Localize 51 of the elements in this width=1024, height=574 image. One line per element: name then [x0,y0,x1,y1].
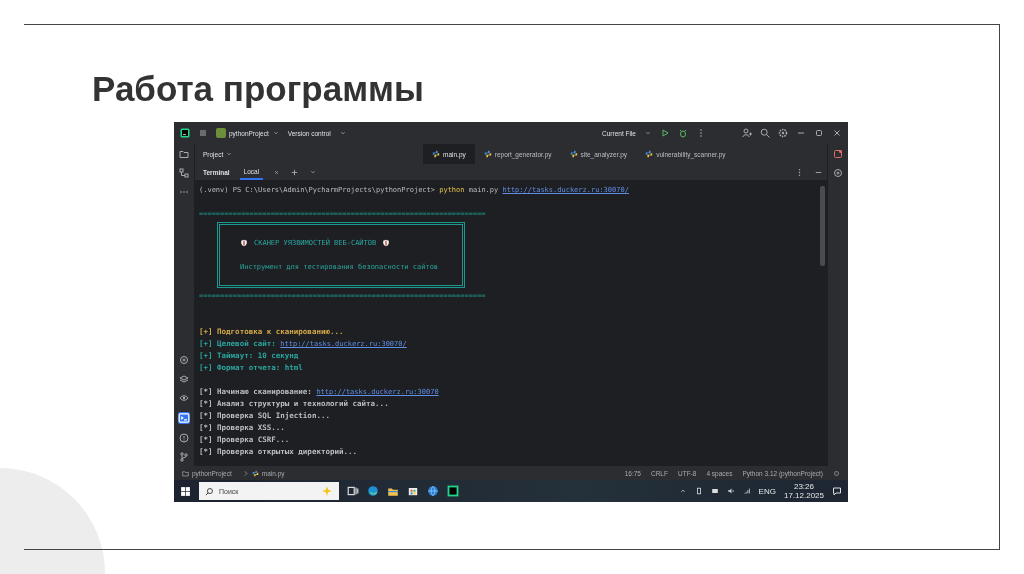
debug-icon[interactable] [678,128,688,138]
battery-icon[interactable] [694,487,703,495]
speaker-icon[interactable] [726,487,735,495]
git-branch-icon[interactable] [179,452,189,462]
scrollbar-thumb[interactable] [820,186,825,266]
caret-icon[interactable] [271,129,280,137]
caret-icon[interactable] [225,150,234,158]
task-view-icon[interactable] [347,485,359,497]
shield-icon [240,239,248,247]
project-badge-icon [216,128,226,138]
notifications-icon[interactable] [833,149,843,159]
run-icon[interactable] [660,128,670,138]
browser-icon[interactable] [367,485,379,497]
sparkle-icon [321,485,333,497]
settings-icon[interactable] [778,128,788,138]
problems-icon[interactable] [179,433,189,443]
maximize-icon[interactable] [814,128,824,138]
search-icon[interactable] [760,128,770,138]
caret-icon[interactable] [644,129,652,137]
terminal-icon[interactable] [178,412,190,424]
folder-icon [182,469,189,477]
python-file-icon [432,150,440,158]
close-tab-icon[interactable] [273,168,281,176]
slide-title: Работа программы [91,68,424,109]
close-icon[interactable] [832,128,842,138]
folder-icon[interactable] [179,149,189,159]
eye-icon[interactable] [179,393,189,403]
display-icon[interactable] [710,487,719,495]
app-logo-icon[interactable] [180,128,190,138]
structure-icon[interactable] [179,168,189,178]
store-icon[interactable] [407,485,419,497]
layers-icon[interactable] [179,374,189,384]
caret-icon[interactable] [309,168,318,176]
language-indicator[interactable]: ENG [758,486,776,496]
python-file-icon [645,150,654,158]
new-tab-icon[interactable] [290,167,300,177]
python-file-icon [251,469,259,477]
shield-icon [382,239,391,247]
add-user-icon[interactable] [742,128,752,138]
start-icon[interactable] [180,485,191,497]
chevron-up-icon[interactable] [678,487,687,495]
clock-date[interactable]: 17.12.2025 [783,491,824,500]
clock-time[interactable]: 23:26 [793,482,814,491]
python-file-icon [483,150,492,158]
globe-icon[interactable] [427,485,439,497]
ide-app-icon[interactable] [447,485,459,497]
notification-center-icon[interactable] [832,486,842,496]
search-icon [205,486,214,496]
python-file-icon [569,150,578,158]
caret-icon[interactable] [338,129,347,137]
menu-icon[interactable] [198,128,208,138]
